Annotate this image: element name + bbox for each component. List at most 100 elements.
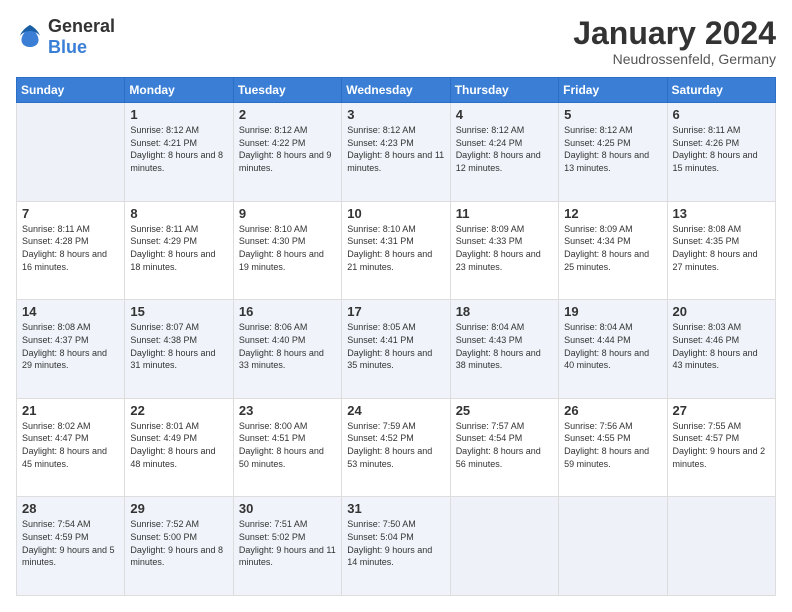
day-info: Sunrise: 8:11 AMSunset: 4:29 PMDaylight:… (130, 223, 227, 273)
day-number: 11 (456, 206, 553, 221)
logo-general: General (48, 16, 115, 36)
table-row: 17Sunrise: 8:05 AMSunset: 4:41 PMDayligh… (342, 300, 450, 399)
day-info: Sunrise: 8:05 AMSunset: 4:41 PMDaylight:… (347, 321, 444, 371)
day-info: Sunrise: 8:08 AMSunset: 4:37 PMDaylight:… (22, 321, 119, 371)
day-number: 13 (673, 206, 770, 221)
day-info: Sunrise: 8:09 AMSunset: 4:33 PMDaylight:… (456, 223, 553, 273)
table-row: 4 Sunrise: 8:12 AMSunset: 4:24 PMDaylight… (450, 103, 558, 202)
logo: General Blue (16, 16, 115, 58)
day-number: 6 (673, 107, 770, 122)
header-saturday: Saturday (667, 78, 775, 103)
header-thursday: Thursday (450, 78, 558, 103)
calendar-table: Sunday Monday Tuesday Wednesday Thursday… (16, 77, 776, 596)
table-row: 1 Sunrise: 8:12 AMSunset: 4:21 PMDaylight… (125, 103, 233, 202)
day-number: 1 (130, 107, 227, 122)
logo-text: General Blue (48, 16, 115, 58)
day-number: 18 (456, 304, 553, 319)
table-row: 29 Sunrise: 7:52 AMSunset: 5:00 PMDayligh… (125, 497, 233, 596)
header-wednesday: Wednesday (342, 78, 450, 103)
day-number: 16 (239, 304, 336, 319)
table-row: 9Sunrise: 8:10 AMSunset: 4:30 PMDaylight… (233, 201, 341, 300)
table-row: 16 Sunrise: 8:06 AMSunset: 4:40 PMDayligh… (233, 300, 341, 399)
day-info: Sunrise: 8:08 AMSunset: 4:35 PMDaylight:… (673, 223, 770, 273)
day-info: Sunrise: 8:09 AMSunset: 4:34 PMDaylight:… (564, 223, 661, 273)
table-row: 12 Sunrise: 8:09 AMSunset: 4:34 PMDayligh… (559, 201, 667, 300)
header-tuesday: Tuesday (233, 78, 341, 103)
day-number: 25 (456, 403, 553, 418)
table-row (450, 497, 558, 596)
header-monday: Monday (125, 78, 233, 103)
table-row: 11 Sunrise: 8:09 AMSunset: 4:33 PMDayligh… (450, 201, 558, 300)
table-row: 22Sunrise: 8:01 AMSunset: 4:49 PMDayligh… (125, 398, 233, 497)
table-row: 26Sunrise: 7:56 AMSunset: 4:55 PMDayligh… (559, 398, 667, 497)
table-row: 24 Sunrise: 7:59 AMSunset: 4:52 PMDayligh… (342, 398, 450, 497)
day-info: Sunrise: 8:07 AMSunset: 4:38 PMDaylight:… (130, 321, 227, 371)
day-info: Sunrise: 8:04 AMSunset: 4:43 PMDaylight:… (456, 321, 553, 371)
day-info: Sunrise: 7:55 AMSunset: 4:57 PMDaylight:… (673, 420, 770, 470)
calendar-week-row: 28Sunrise: 7:54 AMSunset: 4:59 PMDayligh… (17, 497, 776, 596)
header-sunday: Sunday (17, 78, 125, 103)
day-number: 23 (239, 403, 336, 418)
day-info: Sunrise: 8:12 AMSunset: 4:24 PMDaylight:… (456, 124, 553, 174)
day-info: Sunrise: 8:12 AMSunset: 4:23 PMDaylight:… (347, 124, 444, 174)
day-number: 5 (564, 107, 661, 122)
day-info: Sunrise: 8:12 AMSunset: 4:22 PMDaylight:… (239, 124, 336, 174)
logo-icon (16, 23, 44, 51)
table-row: 31Sunrise: 7:50 AMSunset: 5:04 PMDayligh… (342, 497, 450, 596)
table-row: 6Sunrise: 8:11 AMSunset: 4:26 PMDaylight… (667, 103, 775, 202)
day-info: Sunrise: 7:52 AMSunset: 5:00 PMDaylight:… (130, 518, 227, 568)
day-info: Sunrise: 8:12 AMSunset: 4:21 PMDaylight:… (130, 124, 227, 174)
day-number: 7 (22, 206, 119, 221)
table-row: 3Sunrise: 8:12 AMSunset: 4:23 PMDaylight… (342, 103, 450, 202)
day-number: 24 (347, 403, 444, 418)
calendar-week-row: 1 Sunrise: 8:12 AMSunset: 4:21 PMDaylight… (17, 103, 776, 202)
table-row: 19Sunrise: 8:04 AMSunset: 4:44 PMDayligh… (559, 300, 667, 399)
day-number: 29 (130, 501, 227, 516)
day-info: Sunrise: 8:03 AMSunset: 4:46 PMDaylight:… (673, 321, 770, 371)
day-number: 8 (130, 206, 227, 221)
day-number: 9 (239, 206, 336, 221)
table-row (667, 497, 775, 596)
day-number: 27 (673, 403, 770, 418)
table-row: 23 Sunrise: 8:00 AMSunset: 4:51 PMDayligh… (233, 398, 341, 497)
table-row: 7Sunrise: 8:11 AMSunset: 4:28 PMDaylight… (17, 201, 125, 300)
table-row: 28Sunrise: 7:54 AMSunset: 4:59 PMDayligh… (17, 497, 125, 596)
day-info: Sunrise: 7:59 AMSunset: 4:52 PMDaylight:… (347, 420, 444, 470)
day-number: 14 (22, 304, 119, 319)
calendar-week-row: 7Sunrise: 8:11 AMSunset: 4:28 PMDaylight… (17, 201, 776, 300)
main-title: January 2024 (573, 16, 776, 51)
day-info: Sunrise: 8:10 AMSunset: 4:31 PMDaylight:… (347, 223, 444, 273)
table-row: 25 Sunrise: 7:57 AMSunset: 4:54 PMDayligh… (450, 398, 558, 497)
table-row: 20 Sunrise: 8:03 AMSunset: 4:46 PMDayligh… (667, 300, 775, 399)
day-number: 31 (347, 501, 444, 516)
day-number: 22 (130, 403, 227, 418)
day-number: 12 (564, 206, 661, 221)
logo-blue: Blue (48, 37, 87, 57)
day-info: Sunrise: 8:06 AMSunset: 4:40 PMDaylight:… (239, 321, 336, 371)
calendar-week-row: 21Sunrise: 8:02 AMSunset: 4:47 PMDayligh… (17, 398, 776, 497)
table-row: 30Sunrise: 7:51 AMSunset: 5:02 PMDayligh… (233, 497, 341, 596)
day-info: Sunrise: 7:54 AMSunset: 4:59 PMDaylight:… (22, 518, 119, 568)
day-info: Sunrise: 8:12 AMSunset: 4:25 PMDaylight:… (564, 124, 661, 174)
header-friday: Friday (559, 78, 667, 103)
table-row: 13 Sunrise: 8:08 AMSunset: 4:35 PMDayligh… (667, 201, 775, 300)
table-row: 14 Sunrise: 8:08 AMSunset: 4:37 PMDayligh… (17, 300, 125, 399)
table-row: 18 Sunrise: 8:04 AMSunset: 4:43 PMDayligh… (450, 300, 558, 399)
day-number: 21 (22, 403, 119, 418)
weekday-header-row: Sunday Monday Tuesday Wednesday Thursday… (17, 78, 776, 103)
table-row: 5 Sunrise: 8:12 AMSunset: 4:25 PMDaylight… (559, 103, 667, 202)
day-number: 26 (564, 403, 661, 418)
table-row: 10Sunrise: 8:10 AMSunset: 4:31 PMDayligh… (342, 201, 450, 300)
day-info: Sunrise: 8:00 AMSunset: 4:51 PMDaylight:… (239, 420, 336, 470)
day-info: Sunrise: 7:57 AMSunset: 4:54 PMDaylight:… (456, 420, 553, 470)
day-number: 30 (239, 501, 336, 516)
header: General Blue January 2024 Neudrossenfeld… (16, 16, 776, 67)
table-row (559, 497, 667, 596)
table-row (17, 103, 125, 202)
day-number: 2 (239, 107, 336, 122)
table-row: 8 Sunrise: 8:11 AMSunset: 4:29 PMDaylight… (125, 201, 233, 300)
day-number: 20 (673, 304, 770, 319)
day-number: 4 (456, 107, 553, 122)
day-number: 15 (130, 304, 227, 319)
table-row: 2 Sunrise: 8:12 AMSunset: 4:22 PMDaylight… (233, 103, 341, 202)
